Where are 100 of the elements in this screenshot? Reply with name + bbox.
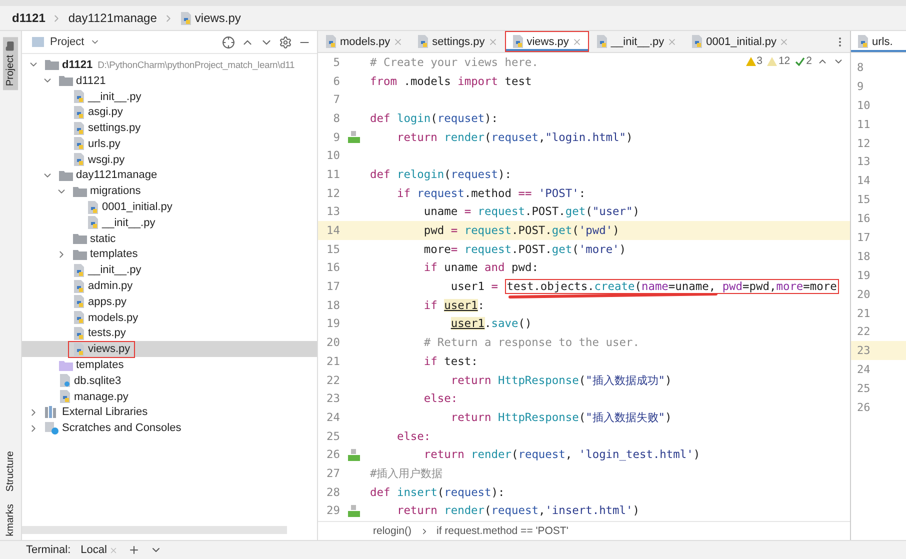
close-icon[interactable] (572, 36, 582, 46)
line-number: 19 (326, 317, 341, 330)
python-file-icon (87, 216, 99, 230)
tree-item[interactable]: 0001_initial.py (102, 201, 172, 214)
breadcrumb-item[interactable]: views.py (180, 11, 241, 25)
folder-icon (59, 75, 73, 86)
code-line: user1 = test.objects.create(name=uname, pwd=pwd,more=more (450, 280, 839, 294)
annotation-box: test.objects.create(name=uname, pwd=pwd,more=more (504, 279, 839, 294)
tree-item[interactable]: templates (76, 359, 124, 372)
editor-tab[interactable]: models.py (318, 31, 410, 52)
tool-window-button[interactable]: Structure (3, 447, 18, 496)
python-file-icon (87, 200, 99, 214)
editor-tab[interactable]: __init__.py (588, 31, 684, 52)
line-number: 6 (332, 74, 341, 88)
line-number: 14 (857, 174, 870, 188)
panel-icon (32, 37, 44, 47)
line-number: 11 (857, 118, 870, 131)
tree-item[interactable]: admin.py (88, 280, 133, 292)
code-line: else: (422, 392, 458, 406)
code-line: return render(request,'insert.html') (396, 504, 640, 518)
folder-icon (73, 248, 87, 260)
locate-icon[interactable] (222, 36, 235, 48)
code-line: def insert(request): (370, 486, 505, 499)
gutter-html-icon[interactable] (348, 504, 360, 517)
add-icon[interactable] (128, 544, 140, 556)
breadcrumb-item[interactable]: d1121 (12, 11, 46, 25)
code-line: else: (396, 430, 431, 443)
warning-count[interactable]: 3 (746, 55, 762, 67)
editor-tab[interactable]: settings.py (410, 31, 505, 52)
scrollbar[interactable] (22, 526, 287, 534)
line-number: 11 (326, 168, 341, 181)
line-number: 23 (857, 344, 870, 358)
tree-item[interactable]: urls.py (88, 138, 120, 150)
line-number: 10 (857, 98, 870, 112)
breadcrumb-item[interactable]: relogin() (373, 525, 412, 537)
code-line: # Create your views here. (370, 56, 538, 69)
line-number: 27 (326, 466, 341, 480)
python-file-icon (180, 12, 192, 24)
tree-item[interactable]: __init__.py (88, 264, 142, 276)
line-number: 9 (857, 80, 864, 93)
tree-item[interactable]: settings.py (88, 122, 141, 134)
line-number: 14 (326, 224, 341, 238)
tree-item[interactable]: d1121 (62, 58, 93, 71)
tree-item[interactable]: wsgi.py (88, 154, 125, 166)
python-file-icon (417, 35, 430, 48)
typo-count[interactable]: 2 (795, 55, 812, 67)
gutter-html-icon[interactable] (348, 131, 360, 144)
tree-item[interactable]: asgi.py (88, 106, 123, 118)
settings-icon[interactable] (279, 36, 292, 48)
line-number: 16 (326, 261, 341, 274)
code-line: return HttpResponse("插入数据成功") (450, 372, 672, 388)
panel-title[interactable]: Project (50, 36, 84, 48)
line-number: 21 (857, 306, 870, 320)
editor-tab[interactable]: views.py (504, 31, 589, 52)
tool-window-button[interactable]: Project (3, 37, 18, 90)
python-file-icon (857, 35, 869, 48)
tree-item[interactable]: apps.py (88, 296, 127, 308)
python-file-icon (73, 153, 85, 166)
tree-item[interactable]: tests.py (88, 327, 126, 340)
line-number: 18 (857, 250, 870, 263)
tree-item[interactable]: Scratches and Consoles (62, 422, 182, 434)
code-line: if request.method == 'POST': (396, 186, 586, 200)
tree-item[interactable]: models.py (88, 312, 138, 324)
tree-item[interactable]: d1121 (76, 74, 106, 87)
breadcrumb-item[interactable]: if request.method == 'POST' (436, 525, 568, 537)
line-number: 5 (332, 56, 341, 69)
editor-tab[interactable]: 0001_initial.py (684, 31, 796, 52)
tree-item[interactable]: day1121manage (76, 169, 158, 182)
tree-item[interactable]: db.sqlite3 (74, 374, 122, 387)
terminal-tab[interactable]: Local (80, 544, 118, 556)
folder-icon (6, 41, 16, 51)
code-line: if user1: (422, 298, 485, 312)
weak-warning-icon (767, 56, 778, 66)
tool-window-button[interactable]: kmarks (3, 500, 18, 540)
code-line: if uname and pwd: (422, 261, 538, 274)
line-number: 13 (326, 205, 341, 218)
tree-item[interactable]: __init__.py (88, 90, 142, 102)
line-number: 24 (326, 410, 341, 424)
breadcrumb-item[interactable]: day1121manage (68, 11, 157, 25)
tree-item[interactable]: migrations (90, 185, 141, 198)
tree-item[interactable]: static (90, 232, 116, 245)
python-file-icon (596, 35, 608, 48)
gutter-html-icon[interactable] (348, 448, 360, 461)
line-number: 25 (857, 382, 870, 396)
line-number: 21 (326, 354, 341, 368)
database-file-icon (59, 374, 71, 388)
line-number: 18 (326, 298, 341, 312)
folder-icon (59, 170, 73, 181)
line-number: 23 (326, 392, 341, 406)
weak-warning-count[interactable]: 12 (767, 55, 790, 67)
python-file-icon (325, 35, 337, 48)
line-number: 10 (326, 149, 341, 162)
project-path: D:\PythonCharm\pythonProject_match_learn\d11 (98, 59, 295, 70)
line-number: 22 (857, 325, 870, 338)
tree-item[interactable]: manage.py (74, 390, 128, 403)
tree-item[interactable]: templates (90, 248, 138, 260)
tree-item[interactable]: External Libraries (62, 406, 148, 418)
tree-item[interactable]: __init__.py (102, 216, 156, 229)
folder-icon (45, 59, 59, 70)
code-line: from .models import test (370, 74, 532, 88)
